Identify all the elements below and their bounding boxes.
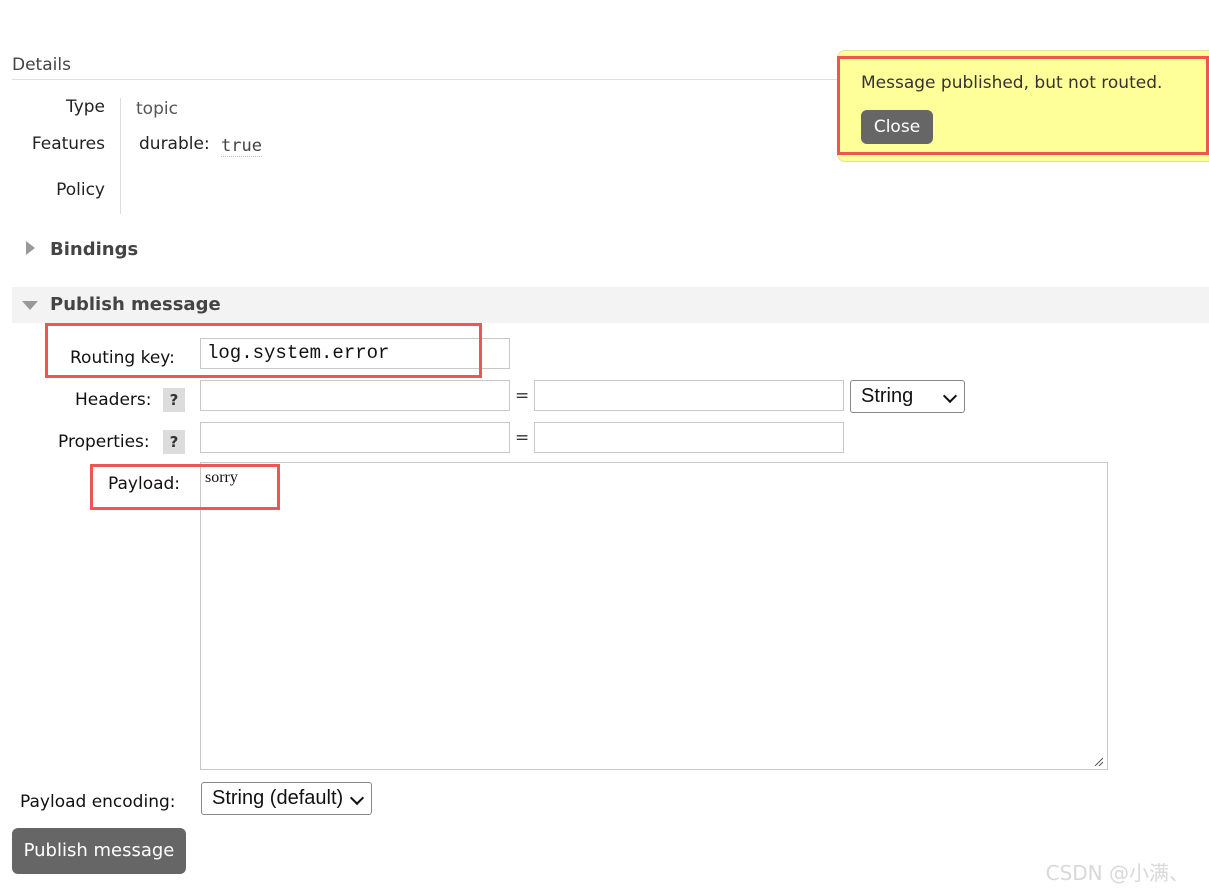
- details-separator: [120, 98, 121, 214]
- bindings-toggle[interactable]: [26, 241, 35, 255]
- bindings-heading[interactable]: Bindings: [50, 239, 138, 260]
- type-label: Type: [65, 97, 105, 117]
- header-type-select[interactable]: String: [850, 380, 965, 413]
- publish-heading[interactable]: Publish message: [50, 294, 221, 315]
- property-key-input[interactable]: [200, 422, 510, 453]
- watermark: CSDN @小满、: [1045, 861, 1189, 885]
- properties-equals: =: [515, 428, 530, 448]
- features-durable-value: true: [221, 136, 262, 157]
- expand-triangle-icon: [26, 241, 35, 255]
- notification-highlight: [837, 56, 1209, 155]
- properties-label: Properties:: [58, 432, 150, 452]
- features-durable-key: durable:: [139, 134, 210, 154]
- features-label: Features: [31, 134, 105, 154]
- collapse-triangle-icon: [22, 301, 38, 310]
- resize-grip-icon[interactable]: [1093, 756, 1103, 766]
- payload-encoding-value: String (default): [212, 787, 344, 809]
- properties-help-icon[interactable]: ?: [163, 430, 185, 454]
- policy-label: Policy: [56, 180, 105, 200]
- routing-key-highlight: [45, 323, 482, 378]
- property-value-input[interactable]: [534, 422, 844, 453]
- headers-help-icon[interactable]: ?: [163, 388, 185, 412]
- payload-textarea[interactable]: sorry: [200, 462, 1108, 770]
- chevron-down-icon: [942, 388, 958, 404]
- payload-highlight: [90, 464, 280, 510]
- payload-encoding-select[interactable]: String (default): [201, 782, 372, 815]
- publish-toggle[interactable]: [22, 301, 38, 310]
- header-key-input[interactable]: [200, 380, 510, 411]
- headers-label: Headers:: [75, 390, 152, 410]
- headers-equals: =: [515, 386, 530, 406]
- details-heading: Details: [12, 55, 71, 75]
- publish-message-button[interactable]: Publish message: [12, 828, 186, 874]
- details-divider: [12, 79, 842, 80]
- payload-encoding-label: Payload encoding:: [20, 792, 176, 812]
- chevron-down-icon: [349, 790, 365, 806]
- type-value: topic: [136, 99, 178, 119]
- header-value-input[interactable]: [534, 380, 844, 411]
- header-type-value: String: [861, 385, 914, 407]
